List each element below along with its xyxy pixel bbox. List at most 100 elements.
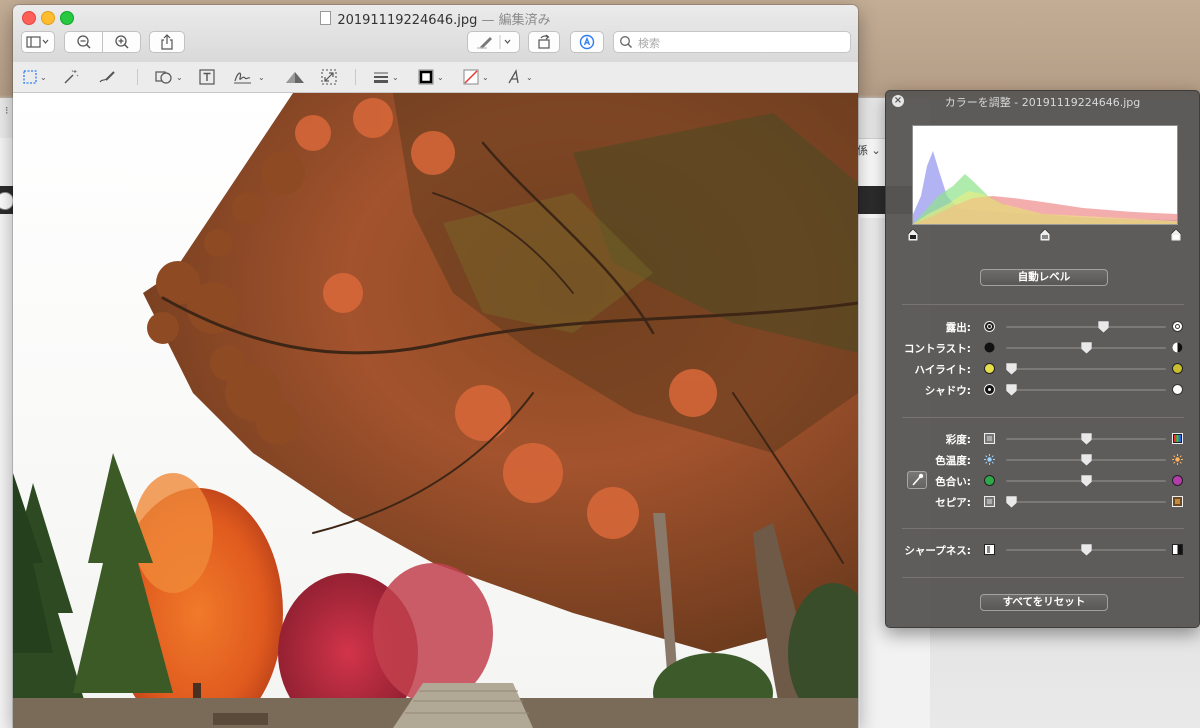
reset-all-button[interactable]: すべてをリセット: [980, 594, 1108, 611]
shapes-icon: [155, 71, 172, 84]
histogram-graph: [913, 151, 1177, 224]
window-title-filename: 20191119224646.jpg: [337, 13, 478, 28]
share-button[interactable]: [149, 31, 185, 53]
tint-slider-thumb[interactable]: [1080, 475, 1092, 487]
zoom-in-icon: [114, 35, 129, 49]
tint-green-icon: [984, 475, 995, 486]
histogram: [912, 125, 1178, 225]
chevron-down-icon: ⌄: [40, 72, 47, 82]
highlights-low-icon: [984, 363, 995, 374]
contrast-low-icon: [984, 342, 995, 353]
shapes-tool[interactable]: ⌄: [155, 67, 183, 87]
shadows-slider-thumb[interactable]: [1006, 384, 1017, 396]
temperature-cool-icon: [984, 454, 995, 465]
text-tool[interactable]: [199, 67, 215, 87]
selection-tool[interactable]: ⌄: [23, 67, 47, 87]
sepia-low-icon: [984, 496, 995, 507]
saturation-low-icon: [984, 433, 995, 444]
adjust-color-icon: [286, 72, 304, 83]
background-window-dots: ⁝: [5, 104, 9, 117]
chevron-down-icon: ⌄: [258, 72, 265, 82]
tint-magenta-icon: [1172, 475, 1183, 486]
adjust-size-tool[interactable]: [321, 67, 337, 87]
chevron-down-icon: ⌄: [437, 72, 444, 82]
toolbar-separator: [137, 69, 138, 85]
rect-select-icon: [23, 70, 37, 84]
exposure-row: 露出:: [886, 318, 1199, 336]
sketch-icon: [99, 71, 115, 83]
saturation-row: 彩度:: [886, 430, 1199, 448]
window-title: 20191119224646.jpg — 編集済み: [13, 9, 858, 28]
temperature-warm-icon: [1172, 454, 1183, 465]
temperature-slider-thumb[interactable]: [1080, 454, 1092, 466]
sepia-slider-track[interactable]: [1006, 501, 1166, 503]
sharpness-label: シャープネス:: [904, 545, 971, 557]
sharpness-low-icon: [984, 544, 995, 555]
instant-alpha-tool[interactable]: [63, 67, 79, 87]
black-point-handle[interactable]: [908, 229, 918, 241]
panel-title: カラーを調整 - 20191119224646.jpg: [944, 96, 1141, 109]
shadows-label: シャドウ:: [924, 385, 971, 397]
contrast-row: コントラスト:: [886, 339, 1199, 357]
sharpness-row: シャープネス:: [886, 541, 1199, 559]
sharpness-slider-thumb[interactable]: [1080, 544, 1092, 556]
sidebar-icon: [26, 36, 49, 48]
contrast-high-icon: [1172, 342, 1183, 353]
chevron-down-icon: ⌄: [482, 72, 489, 82]
zoom-out-button[interactable]: [64, 31, 103, 53]
sepia-label: セピア:: [935, 497, 971, 509]
tint-row: 色合い:: [886, 472, 1199, 490]
toolbar-separator: [355, 69, 356, 85]
panel-divider: [902, 577, 1184, 578]
line-style-tool[interactable]: ⌄: [373, 67, 399, 87]
exposure-slider-track[interactable]: [1006, 326, 1166, 328]
sign-icon: [234, 72, 251, 84]
sketch-tool[interactable]: [98, 67, 116, 87]
shadows-row: シャドウ:: [886, 381, 1199, 399]
photo-canvas[interactable]: [13, 93, 858, 728]
background-window-fragment: 係 ⌄: [857, 144, 881, 157]
markup-icon: [579, 34, 595, 50]
sepia-row: セピア:: [886, 493, 1199, 511]
highlights-high-icon: [1172, 363, 1183, 374]
border-color-tool[interactable]: ⌄: [418, 67, 444, 87]
adjust-color-panel: × カラーを調整 - 20191119224646.jpg 自動レベル 露出: …: [885, 90, 1200, 628]
shadows-low-icon: [984, 384, 995, 395]
highlights-slider-track[interactable]: [1006, 368, 1166, 370]
shadows-high-icon: [1172, 384, 1183, 395]
search-input[interactable]: [636, 34, 840, 52]
mid-point-handle[interactable]: [1040, 229, 1050, 241]
saturation-label: 彩度:: [945, 434, 971, 446]
instant-alpha-icon: [64, 70, 79, 84]
zoom-in-button[interactable]: [102, 31, 141, 53]
adjust-color-tool[interactable]: [285, 67, 305, 87]
search-field[interactable]: [613, 31, 851, 53]
histogram-baseline: [912, 224, 1178, 225]
highlights-label: ハイライト:: [914, 364, 972, 376]
adjust-size-icon: [321, 69, 337, 85]
sepia-slider-thumb[interactable]: [1006, 496, 1017, 508]
highlights-slider-thumb[interactable]: [1006, 363, 1017, 375]
auto-levels-button[interactable]: 自動レベル: [980, 269, 1108, 286]
exposure-slider-thumb[interactable]: [1098, 321, 1110, 333]
rotate-button[interactable]: [528, 31, 560, 53]
exposure-low-icon: [984, 321, 995, 332]
title-bar: 20191119224646.jpg — 編集済み: [13, 5, 858, 63]
zoom-out-icon: [76, 35, 91, 49]
chevron-down-icon: ⌄: [176, 72, 183, 82]
highlight-pen-icon: [476, 35, 510, 49]
border-color-icon: [418, 69, 434, 85]
sidebar-view-button[interactable]: [21, 31, 55, 53]
white-point-handle[interactable]: [1171, 229, 1181, 241]
highlight-button[interactable]: [467, 31, 520, 53]
saturation-slider-thumb[interactable]: [1080, 433, 1092, 445]
sign-tool[interactable]: ⌄: [233, 67, 265, 87]
text-style-tool[interactable]: ⌄: [507, 67, 533, 87]
markup-toggle-button[interactable]: [570, 31, 604, 53]
sepia-high-icon: [1172, 496, 1183, 507]
contrast-slider-thumb[interactable]: [1080, 342, 1092, 354]
fill-color-tool[interactable]: ⌄: [463, 67, 489, 87]
shadows-slider-track[interactable]: [1006, 389, 1166, 391]
share-icon: [161, 34, 173, 50]
search-icon: [620, 36, 633, 49]
